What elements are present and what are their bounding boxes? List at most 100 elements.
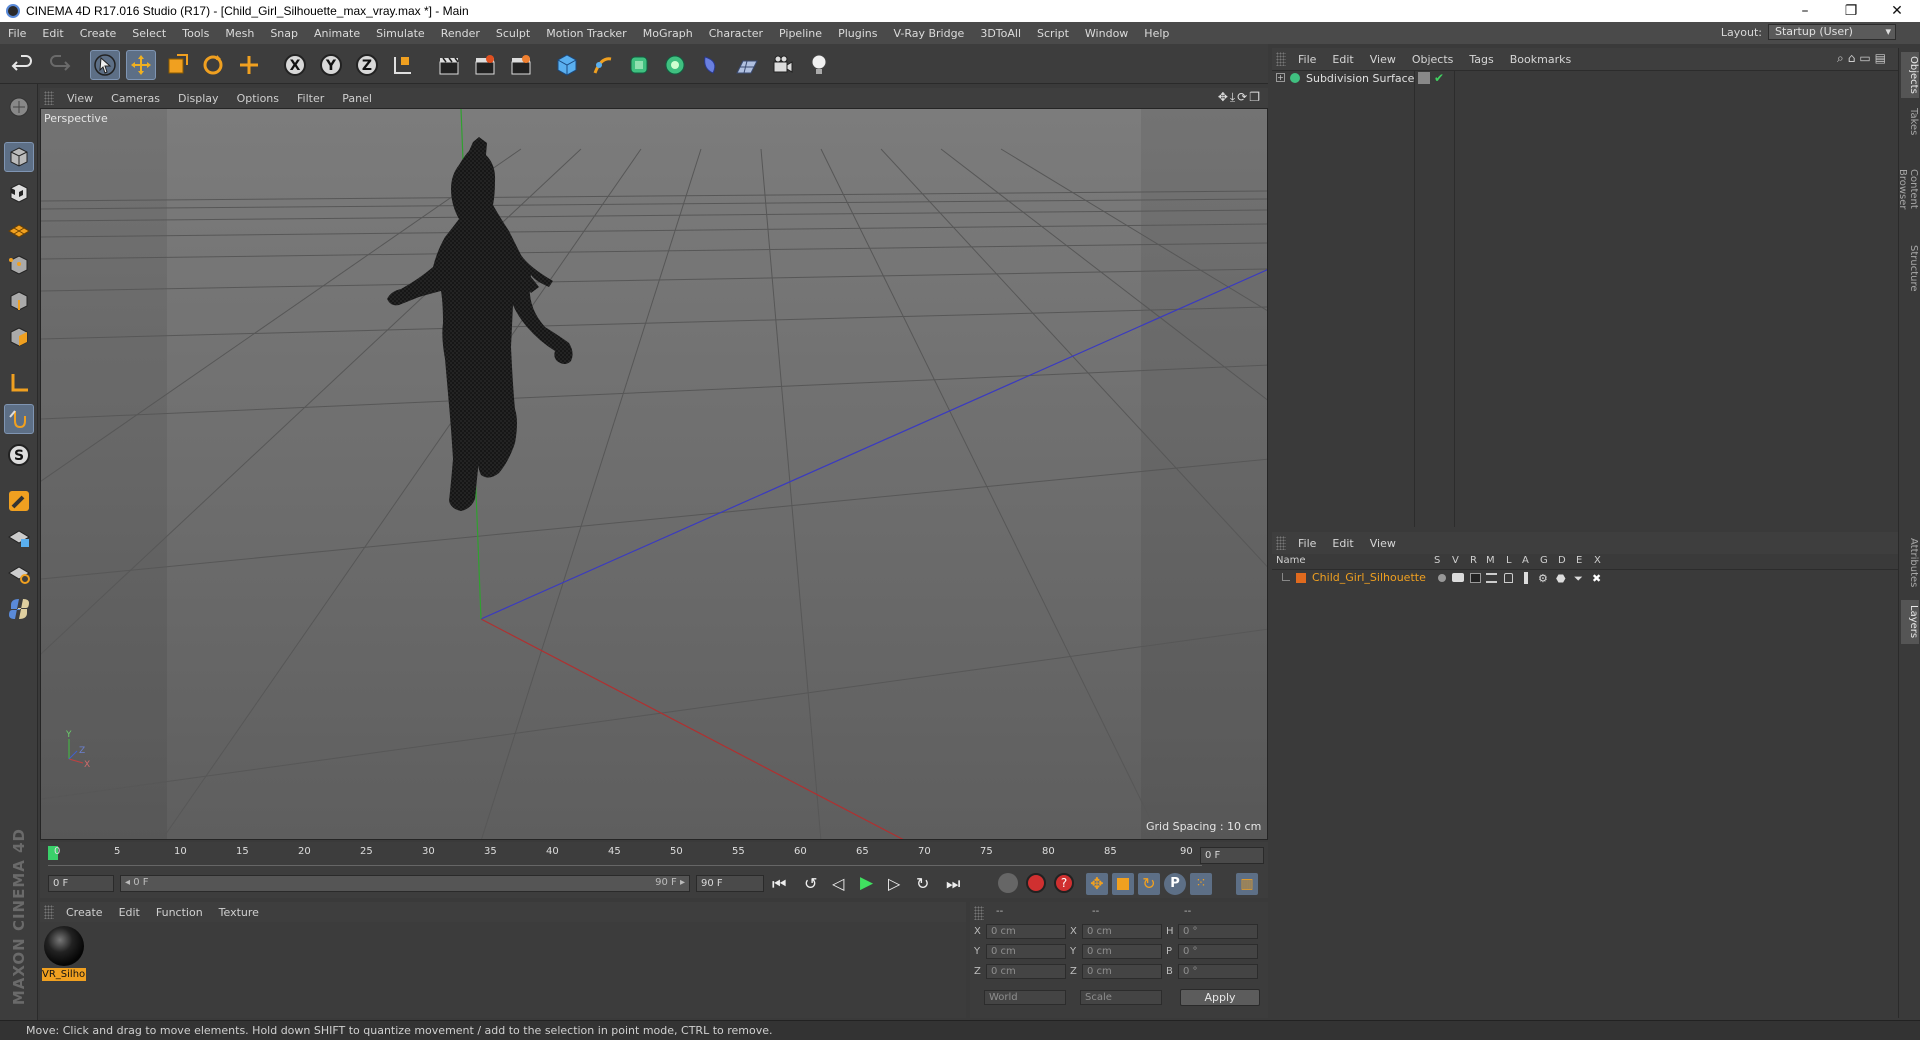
mat-menu-create[interactable]: Create bbox=[58, 906, 111, 919]
camera-button[interactable] bbox=[768, 50, 798, 80]
next-frame-icon[interactable]: ▷ bbox=[888, 874, 900, 893]
menu-pipeline[interactable]: Pipeline bbox=[771, 27, 830, 40]
menu-tools[interactable]: Tools bbox=[174, 27, 217, 40]
play-icon[interactable]: ▶ bbox=[860, 873, 873, 893]
manager-icon[interactable] bbox=[1486, 573, 1497, 583]
x-axis-lock-button[interactable]: X bbox=[280, 50, 310, 80]
floor-button[interactable] bbox=[732, 50, 762, 80]
menu-character[interactable]: Character bbox=[701, 27, 771, 40]
render-view-button[interactable] bbox=[434, 50, 464, 80]
position-x-field[interactable]: 0 cm bbox=[986, 924, 1066, 939]
layer-color-swatch[interactable] bbox=[1296, 573, 1306, 583]
scale-dropdown[interactable]: Scale bbox=[1080, 990, 1162, 1005]
mat-menu-texture[interactable]: Texture bbox=[211, 906, 267, 919]
generator-icon[interactable]: ⚙ bbox=[1538, 572, 1548, 585]
undo-button[interactable] bbox=[8, 50, 38, 80]
rotation-p-field[interactable]: 0 ° bbox=[1178, 944, 1258, 959]
xref-icon[interactable]: ✖ bbox=[1592, 572, 1601, 585]
render-picture-viewer-button[interactable] bbox=[470, 50, 500, 80]
key-parameter-icon[interactable]: P bbox=[1164, 873, 1186, 895]
rotation-b-field[interactable]: 0 ° bbox=[1178, 964, 1258, 979]
timeline-ruler[interactable]: 0 5 10 15 20 25 30 35 40 45 50 55 60 65 … bbox=[40, 842, 1268, 870]
layer-menu-edit[interactable]: Edit bbox=[1324, 537, 1361, 550]
mat-menu-edit[interactable]: Edit bbox=[111, 906, 148, 919]
rotate-tool-button[interactable] bbox=[198, 50, 228, 80]
menu-vray-bridge[interactable]: V-Ray Bridge bbox=[885, 27, 972, 40]
minimize-button[interactable]: – bbox=[1782, 0, 1828, 22]
col-deformers[interactable]: D bbox=[1558, 555, 1566, 566]
object-manager-tools-icons[interactable]: ⌕⌂▭▤ bbox=[1837, 51, 1890, 66]
move-axis-button[interactable] bbox=[234, 50, 264, 80]
obj-menu-bookmarks[interactable]: Bookmarks bbox=[1502, 53, 1579, 66]
lock-icon[interactable] bbox=[1504, 573, 1513, 583]
next-key-icon[interactable]: ↻ bbox=[916, 874, 929, 893]
tweak-mode-button[interactable] bbox=[4, 404, 34, 434]
subdivision-surface-button[interactable] bbox=[624, 50, 654, 80]
size-y-field[interactable]: 0 cm bbox=[1082, 944, 1162, 959]
obj-menu-tags[interactable]: Tags bbox=[1461, 53, 1501, 66]
close-button[interactable]: ✕ bbox=[1874, 0, 1920, 22]
z-axis-lock-button[interactable]: Z bbox=[352, 50, 382, 80]
vp-menu-filter[interactable]: Filter bbox=[288, 92, 333, 105]
vp-menu-view[interactable]: View bbox=[58, 92, 102, 105]
tab-content-browser[interactable]: Content Browser bbox=[1897, 144, 1919, 234]
mat-menu-function[interactable]: Function bbox=[148, 906, 211, 919]
layer-menu-view[interactable]: View bbox=[1362, 537, 1404, 550]
key-position-icon[interactable]: ✥ bbox=[1086, 873, 1108, 895]
python-button[interactable] bbox=[4, 594, 34, 624]
light-button[interactable] bbox=[804, 50, 834, 80]
edges-mode-button[interactable] bbox=[4, 286, 34, 316]
cloner-button[interactable] bbox=[660, 50, 690, 80]
start-frame-field[interactable]: 0 F bbox=[48, 875, 114, 892]
col-visible[interactable]: V bbox=[1452, 555, 1459, 566]
menu-snap[interactable]: Snap bbox=[262, 27, 306, 40]
y-axis-lock-button[interactable]: Y bbox=[316, 50, 346, 80]
col-manager[interactable]: M bbox=[1486, 555, 1495, 566]
edit-flag-icon[interactable] bbox=[1418, 72, 1430, 84]
tab-layers[interactable]: Layers bbox=[1901, 600, 1919, 644]
animation-film-icon[interactable] bbox=[1524, 572, 1528, 584]
polygons-mode-button[interactable] bbox=[4, 322, 34, 352]
points-mode-button[interactable] bbox=[4, 250, 34, 280]
frame-range-slider[interactable]: ◂ 0 F 90 F ▸ bbox=[120, 875, 690, 892]
deformer-flag-icon[interactable]: ⬣ bbox=[1556, 572, 1566, 585]
scale-tool-button[interactable] bbox=[162, 50, 192, 80]
move-tool-button[interactable] bbox=[126, 50, 156, 80]
menu-select[interactable]: Select bbox=[124, 27, 174, 40]
menu-help[interactable]: Help bbox=[1136, 27, 1177, 40]
redo-button[interactable] bbox=[44, 50, 74, 80]
timeline-layout-icon[interactable]: ▥ bbox=[1236, 873, 1258, 895]
menu-mesh[interactable]: Mesh bbox=[217, 27, 262, 40]
menu-edit[interactable]: Edit bbox=[34, 27, 71, 40]
viewport-nav-icons[interactable]: ✥⤓⟳❐ bbox=[1218, 90, 1262, 105]
menu-window[interactable]: Window bbox=[1077, 27, 1136, 40]
menu-render[interactable]: Render bbox=[433, 27, 488, 40]
tab-takes[interactable]: Takes bbox=[1901, 104, 1919, 138]
magnet-button[interactable] bbox=[4, 486, 34, 516]
menu-3dtoall[interactable]: 3DToAll bbox=[972, 27, 1029, 40]
perspective-viewport[interactable]: Y X Z bbox=[40, 108, 1268, 840]
layout-dropdown[interactable]: Startup (User) bbox=[1768, 24, 1896, 40]
render-clapper-icon[interactable] bbox=[1470, 573, 1481, 583]
key-rotation-icon[interactable]: ↻ bbox=[1138, 873, 1160, 895]
menu-script[interactable]: Script bbox=[1029, 27, 1077, 40]
goto-end-icon[interactable]: ⏭ bbox=[946, 874, 960, 894]
motion-record-icon[interactable] bbox=[998, 873, 1018, 893]
render-settings-button[interactable] bbox=[506, 50, 536, 80]
menu-file[interactable]: File bbox=[0, 27, 34, 40]
col-render[interactable]: R bbox=[1470, 555, 1477, 566]
tab-attributes[interactable]: Attributes bbox=[1901, 532, 1919, 594]
cube-primitive-button[interactable] bbox=[552, 50, 582, 80]
goto-start-icon[interactable]: ⏮ bbox=[772, 874, 786, 894]
position-y-field[interactable]: 0 cm bbox=[986, 944, 1066, 959]
spline-pen-button[interactable] bbox=[588, 50, 618, 80]
col-locked[interactable]: L bbox=[1506, 555, 1512, 566]
col-expressions[interactable]: E bbox=[1576, 555, 1582, 566]
key-scale-icon[interactable] bbox=[1112, 873, 1134, 895]
locked-workplane-button[interactable] bbox=[4, 522, 34, 552]
record-icon[interactable] bbox=[1026, 873, 1046, 893]
position-z-field[interactable]: 0 cm bbox=[986, 964, 1066, 979]
vp-menu-options[interactable]: Options bbox=[228, 92, 288, 105]
object-row-subdivision-surface[interactable]: + Subdivision Surface ✔ bbox=[1272, 71, 1898, 87]
tab-structure[interactable]: Structure bbox=[1901, 240, 1919, 296]
